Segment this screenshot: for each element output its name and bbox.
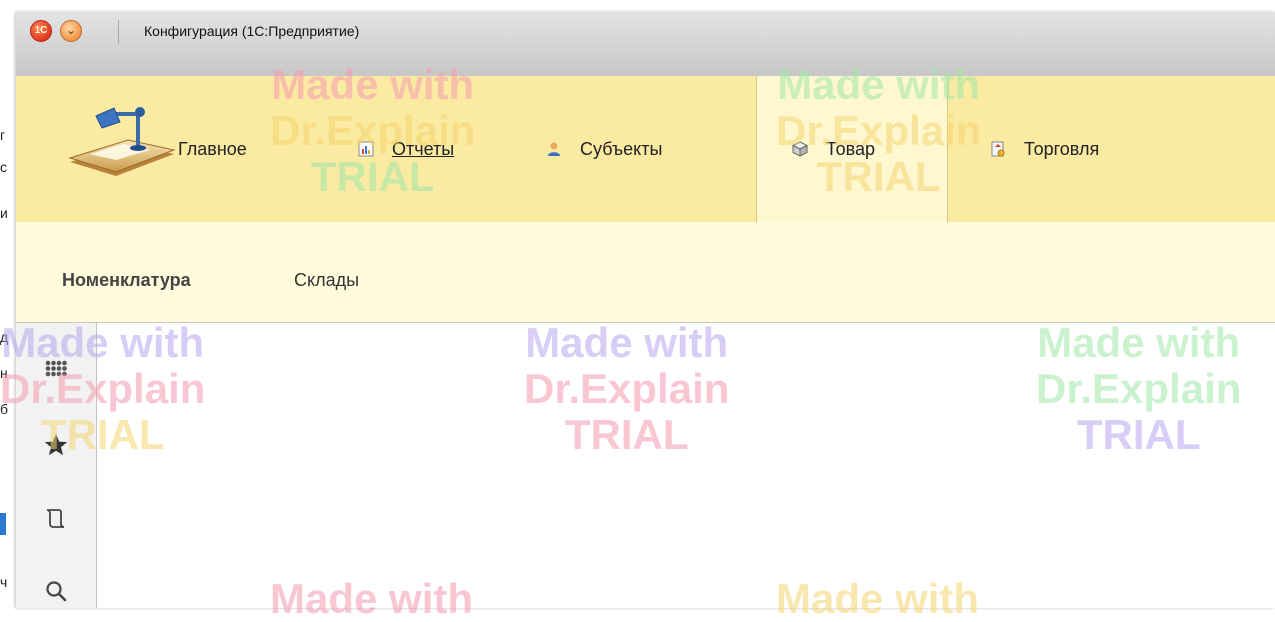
history-button[interactable] bbox=[38, 501, 74, 537]
app-window: 1С ⌄ Конфигурация (1С:Предприятие) Главн… bbox=[16, 12, 1275, 608]
section-main-label: Главное bbox=[178, 138, 247, 159]
left-toolbar bbox=[16, 323, 97, 608]
background-text: б bbox=[0, 401, 9, 417]
subsection-warehouses[interactable]: Склады bbox=[294, 270, 359, 291]
app-logo-icon[interactable]: 1С bbox=[30, 20, 52, 42]
title-separator bbox=[118, 20, 119, 44]
favorites-star-icon bbox=[44, 434, 68, 456]
section-reports-label: Отчеты bbox=[392, 138, 455, 159]
section-subjects-label: Субъекты bbox=[580, 138, 663, 159]
subsections-panel: Номенклатура Склады bbox=[16, 222, 1275, 323]
apps-grid-icon bbox=[45, 360, 67, 377]
person-icon bbox=[546, 141, 562, 157]
favorites-button[interactable] bbox=[38, 427, 74, 463]
sections-panel: Главное Отчеты Субъекты Товар Торговля bbox=[16, 76, 1275, 223]
section-subjects[interactable]: Субъекты bbox=[546, 76, 662, 222]
window-title: Конфигурация (1С:Предприятие) bbox=[144, 23, 360, 39]
apps-grid-button[interactable] bbox=[38, 353, 74, 389]
section-main[interactable]: Главное bbox=[178, 76, 247, 222]
section-goods[interactable]: Товар bbox=[791, 76, 875, 222]
trade-document-icon bbox=[990, 141, 1006, 157]
section-reports[interactable]: Отчеты bbox=[358, 76, 454, 222]
section-goods-label: Товар bbox=[826, 138, 875, 159]
report-chart-icon bbox=[358, 141, 374, 157]
background-text: н bbox=[0, 365, 8, 381]
background-text: г bbox=[0, 127, 6, 143]
title-bar: 1С ⌄ Конфигурация (1С:Предприятие) bbox=[16, 12, 1275, 76]
chevron-down-icon: ⌄ bbox=[65, 23, 77, 37]
section-trade[interactable]: Торговля bbox=[990, 76, 1099, 222]
cube-icon bbox=[791, 141, 809, 157]
background-text: д bbox=[0, 329, 9, 345]
history-icon bbox=[46, 509, 65, 528]
background-selection bbox=[0, 513, 6, 535]
desk-lamp-icon bbox=[68, 107, 176, 176]
main-menu-button[interactable]: ⌄ bbox=[60, 20, 82, 42]
section-trade-label: Торговля bbox=[1024, 138, 1100, 159]
search-icon bbox=[46, 581, 67, 602]
subsection-nomenclature[interactable]: Номенклатура bbox=[62, 270, 191, 291]
search-button[interactable] bbox=[38, 573, 74, 609]
background-text: и bbox=[0, 205, 8, 221]
background-text: с bbox=[0, 159, 7, 175]
background-text: ч bbox=[0, 574, 8, 590]
